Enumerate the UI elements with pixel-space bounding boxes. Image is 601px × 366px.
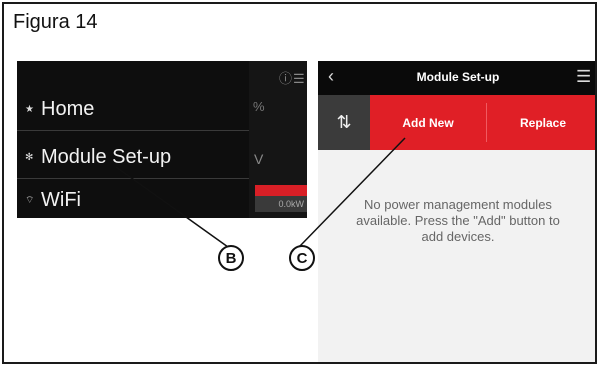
leader-c <box>299 137 406 247</box>
callout-leader-lines <box>115 137 406 248</box>
leader-b <box>115 166 229 248</box>
figure-frame: Figura 14 ⓘ☰ % V 0.0kW ★ Home ✻ Module S… <box>2 2 597 364</box>
callout-b: B <box>218 245 244 271</box>
callout-c: C <box>289 245 315 271</box>
